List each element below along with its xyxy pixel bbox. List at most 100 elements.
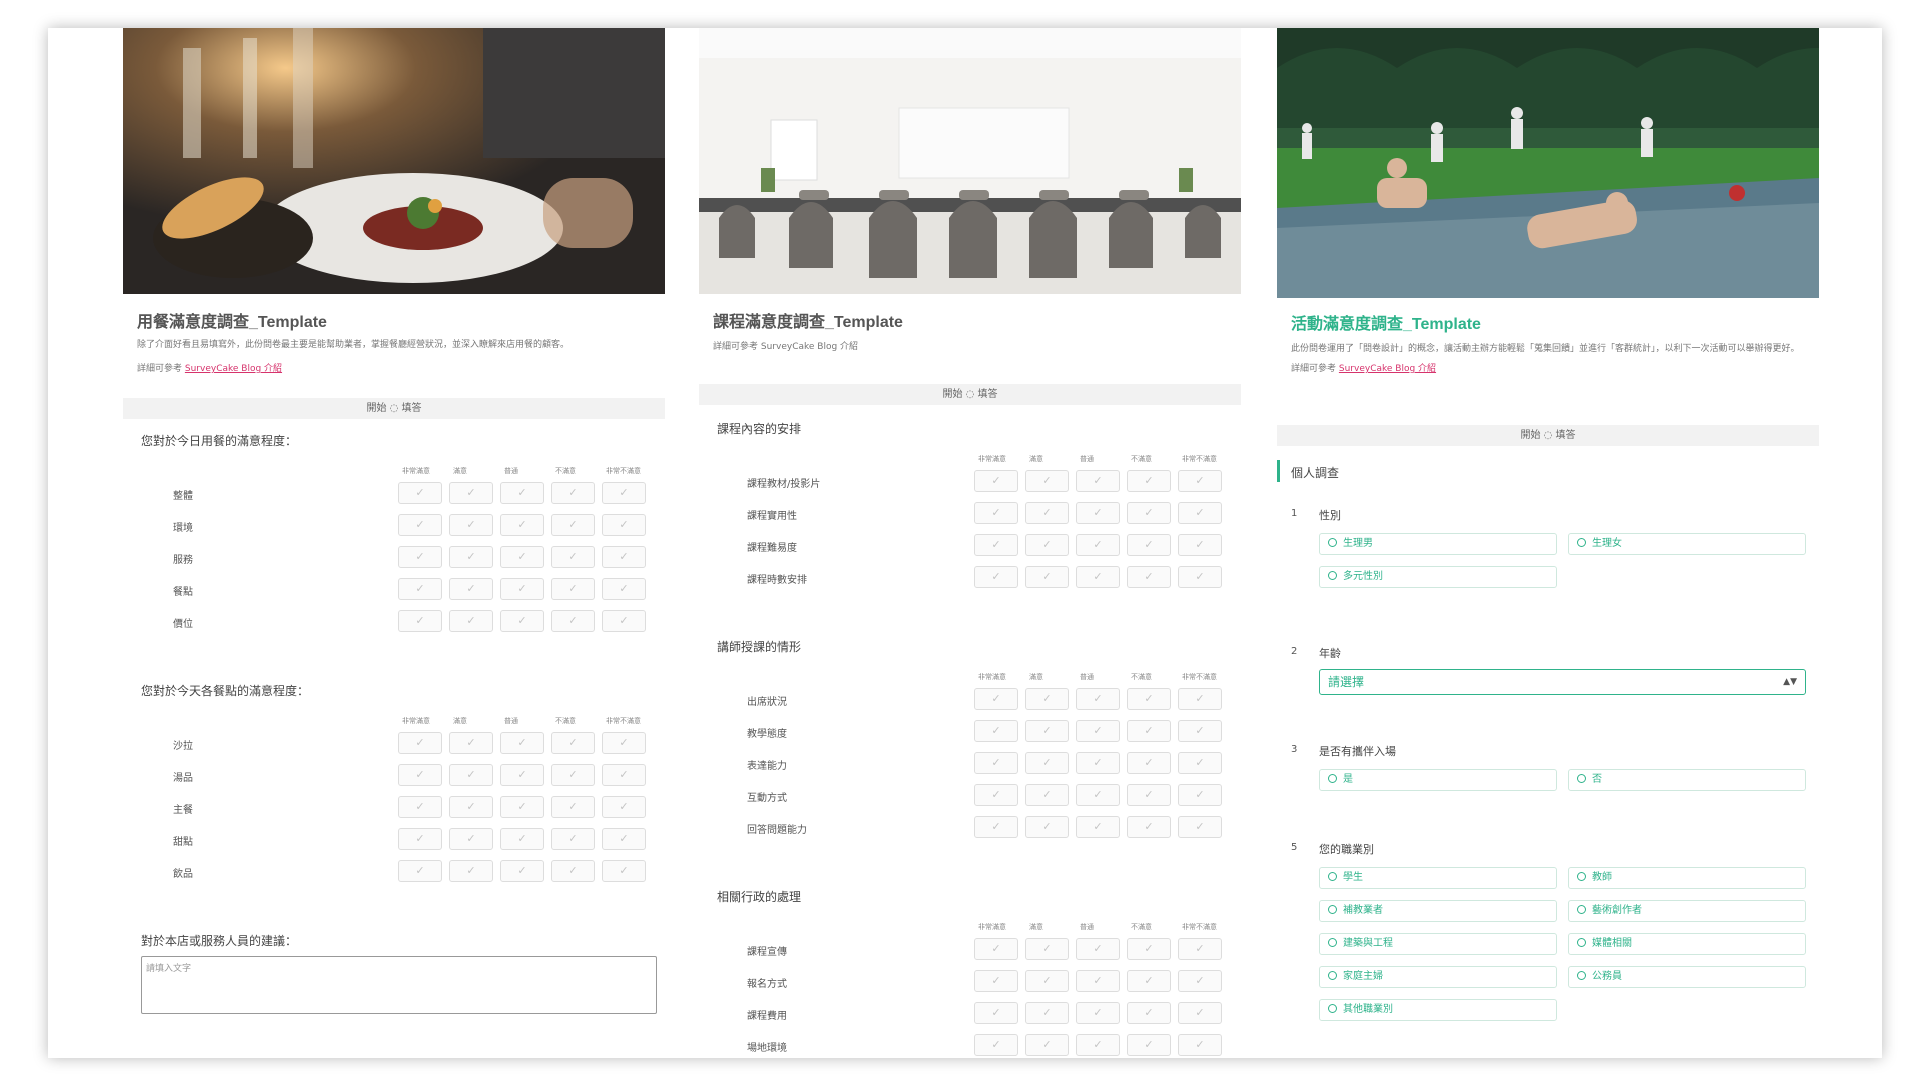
matrix-choice-cell[interactable]: ✓ [1178, 566, 1222, 588]
radio-option[interactable]: 建築與工程 [1319, 933, 1557, 955]
matrix-choice-cell[interactable]: ✓ [1178, 534, 1222, 556]
matrix-choice-cell[interactable]: ✓ [974, 720, 1018, 742]
matrix-choice-cell[interactable]: ✓ [500, 546, 544, 568]
matrix-choice-cell[interactable]: ✓ [1076, 1034, 1120, 1056]
matrix-choice-cell[interactable]: ✓ [1076, 970, 1120, 992]
matrix-choice-cell[interactable]: ✓ [1076, 534, 1120, 556]
matrix-choice-cell[interactable]: ✓ [1076, 816, 1120, 838]
radio-option[interactable]: 生理女 [1568, 533, 1806, 555]
matrix-choice-cell[interactable]: ✓ [1076, 688, 1120, 710]
matrix-choice-cell[interactable]: ✓ [1127, 1002, 1171, 1024]
matrix-choice-cell[interactable]: ✓ [1025, 566, 1069, 588]
matrix-choice-cell[interactable]: ✓ [1127, 502, 1171, 524]
matrix-choice-cell[interactable]: ✓ [1076, 784, 1120, 806]
matrix-choice-cell[interactable]: ✓ [500, 796, 544, 818]
matrix-choice-cell[interactable]: ✓ [974, 970, 1018, 992]
matrix-choice-cell[interactable]: ✓ [500, 610, 544, 632]
matrix-choice-cell[interactable]: ✓ [1178, 752, 1222, 774]
matrix-choice-cell[interactable]: ✓ [974, 534, 1018, 556]
matrix-choice-cell[interactable]: ✓ [1127, 534, 1171, 556]
matrix-choice-cell[interactable]: ✓ [1127, 470, 1171, 492]
matrix-choice-cell[interactable]: ✓ [1076, 470, 1120, 492]
matrix-choice-cell[interactable]: ✓ [1178, 470, 1222, 492]
radio-option[interactable]: 教師 [1568, 867, 1806, 889]
matrix-choice-cell[interactable]: ✓ [602, 514, 646, 536]
matrix-choice-cell[interactable]: ✓ [1127, 688, 1171, 710]
matrix-choice-cell[interactable]: ✓ [974, 470, 1018, 492]
matrix-choice-cell[interactable]: ✓ [398, 764, 442, 786]
matrix-choice-cell[interactable]: ✓ [602, 482, 646, 504]
matrix-choice-cell[interactable]: ✓ [1025, 1002, 1069, 1024]
radio-option[interactable]: 媒體相關 [1568, 933, 1806, 955]
surveycake-blog-link[interactable]: SurveyCake Blog 介紹 [185, 364, 282, 374]
matrix-choice-cell[interactable]: ✓ [500, 482, 544, 504]
matrix-choice-cell[interactable]: ✓ [398, 514, 442, 536]
matrix-choice-cell[interactable]: ✓ [1178, 938, 1222, 960]
matrix-choice-cell[interactable]: ✓ [1127, 720, 1171, 742]
matrix-choice-cell[interactable]: ✓ [551, 482, 595, 504]
matrix-choice-cell[interactable]: ✓ [1025, 938, 1069, 960]
suggestion-textarea[interactable]: 請填入文字 [141, 956, 657, 1014]
template-card-course[interactable]: 課程滿意度調查_Template 詳細可參考 SurveyCake Blog 介… [699, 28, 1241, 1058]
matrix-choice-cell[interactable]: ✓ [1025, 752, 1069, 774]
radio-option[interactable]: 否 [1568, 769, 1806, 791]
matrix-choice-cell[interactable]: ✓ [1178, 784, 1222, 806]
matrix-choice-cell[interactable]: ✓ [449, 796, 493, 818]
matrix-choice-cell[interactable]: ✓ [1178, 970, 1222, 992]
matrix-choice-cell[interactable]: ✓ [551, 860, 595, 882]
matrix-choice-cell[interactable]: ✓ [1076, 938, 1120, 960]
matrix-choice-cell[interactable]: ✓ [602, 546, 646, 568]
radio-option[interactable]: 是 [1319, 769, 1557, 791]
matrix-choice-cell[interactable]: ✓ [1076, 566, 1120, 588]
matrix-choice-cell[interactable]: ✓ [449, 610, 493, 632]
matrix-choice-cell[interactable]: ✓ [1025, 470, 1069, 492]
matrix-choice-cell[interactable]: ✓ [398, 796, 442, 818]
matrix-choice-cell[interactable]: ✓ [398, 828, 442, 850]
radio-option[interactable]: 公務員 [1568, 966, 1806, 988]
matrix-choice-cell[interactable]: ✓ [500, 732, 544, 754]
matrix-choice-cell[interactable]: ✓ [398, 732, 442, 754]
matrix-choice-cell[interactable]: ✓ [449, 514, 493, 536]
matrix-choice-cell[interactable]: ✓ [974, 1034, 1018, 1056]
matrix-choice-cell[interactable]: ✓ [1178, 502, 1222, 524]
matrix-choice-cell[interactable]: ✓ [1025, 502, 1069, 524]
matrix-choice-cell[interactable]: ✓ [1178, 1002, 1222, 1024]
start-bar[interactable]: 開始 ◌ 填答 [699, 384, 1241, 405]
matrix-choice-cell[interactable]: ✓ [1076, 752, 1120, 774]
template-card-event[interactable]: 活動滿意度調查_Template 此份問卷運用了「問卷設計」的概念，讓活動主辦方… [1277, 28, 1819, 1058]
matrix-choice-cell[interactable]: ✓ [602, 764, 646, 786]
template-card-dining[interactable]: 用餐滿意度調查_Template 除了介面好看且易填寫外，此份問卷最主要是能幫助… [123, 28, 665, 1058]
matrix-choice-cell[interactable]: ✓ [551, 514, 595, 536]
start-bar[interactable]: 開始 ◌ 填答 [1277, 425, 1819, 446]
matrix-choice-cell[interactable]: ✓ [1127, 752, 1171, 774]
matrix-choice-cell[interactable]: ✓ [1076, 1002, 1120, 1024]
matrix-choice-cell[interactable]: ✓ [1178, 816, 1222, 838]
matrix-choice-cell[interactable]: ✓ [551, 732, 595, 754]
matrix-choice-cell[interactable]: ✓ [1127, 784, 1171, 806]
matrix-choice-cell[interactable]: ✓ [602, 828, 646, 850]
surveycake-blog-link[interactable]: SurveyCake Blog 介紹 [1339, 364, 1436, 374]
matrix-choice-cell[interactable]: ✓ [449, 482, 493, 504]
start-bar[interactable]: 開始 ◌ 填答 [123, 398, 665, 419]
matrix-choice-cell[interactable]: ✓ [602, 610, 646, 632]
matrix-choice-cell[interactable]: ✓ [398, 482, 442, 504]
radio-option[interactable]: 多元性別 [1319, 566, 1557, 588]
matrix-choice-cell[interactable]: ✓ [1127, 1034, 1171, 1056]
matrix-choice-cell[interactable]: ✓ [602, 860, 646, 882]
matrix-choice-cell[interactable]: ✓ [398, 860, 442, 882]
matrix-choice-cell[interactable]: ✓ [1178, 688, 1222, 710]
matrix-choice-cell[interactable]: ✓ [974, 566, 1018, 588]
matrix-choice-cell[interactable]: ✓ [1025, 784, 1069, 806]
radio-option[interactable]: 藝術創作者 [1568, 900, 1806, 922]
matrix-choice-cell[interactable]: ✓ [551, 610, 595, 632]
matrix-choice-cell[interactable]: ✓ [974, 784, 1018, 806]
matrix-choice-cell[interactable]: ✓ [602, 796, 646, 818]
matrix-choice-cell[interactable]: ✓ [500, 828, 544, 850]
matrix-choice-cell[interactable]: ✓ [1025, 816, 1069, 838]
matrix-choice-cell[interactable]: ✓ [551, 546, 595, 568]
matrix-choice-cell[interactable]: ✓ [500, 860, 544, 882]
matrix-choice-cell[interactable]: ✓ [1025, 688, 1069, 710]
matrix-choice-cell[interactable]: ✓ [449, 732, 493, 754]
matrix-choice-cell[interactable]: ✓ [1127, 816, 1171, 838]
matrix-choice-cell[interactable]: ✓ [602, 732, 646, 754]
